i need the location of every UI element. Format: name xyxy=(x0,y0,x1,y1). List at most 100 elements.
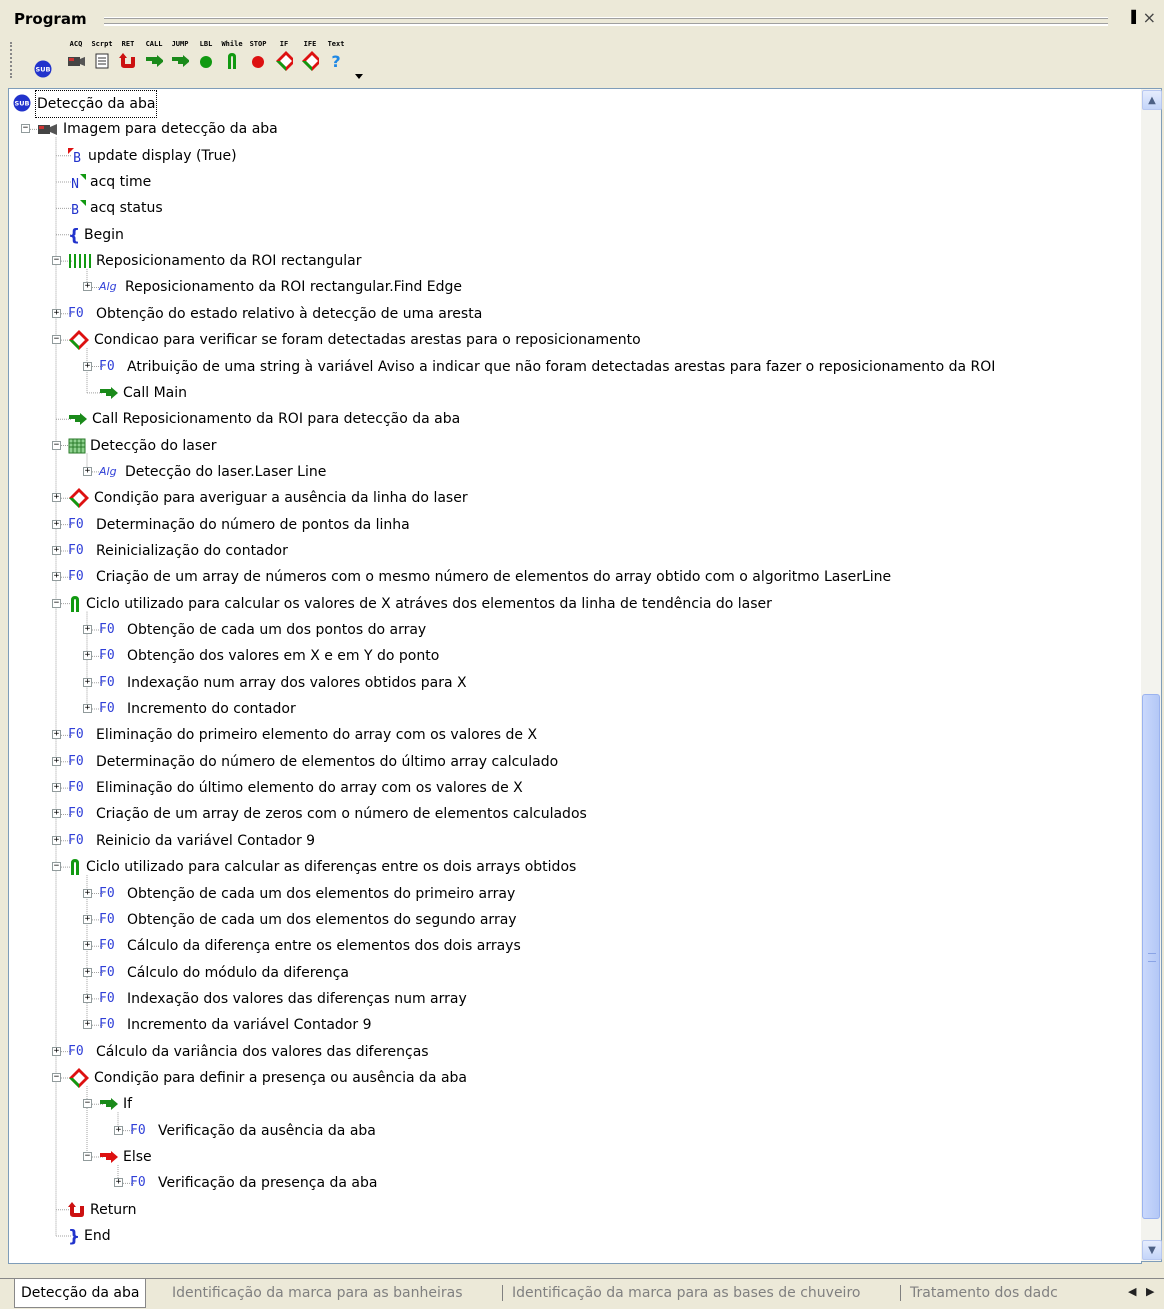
tab-scroll-left-icon[interactable]: ◀ xyxy=(1128,1285,1136,1298)
scroll-down-button[interactable]: ▼ xyxy=(1142,1240,1162,1260)
expand-icon[interactable]: + xyxy=(52,493,61,503)
toolbar-text-button[interactable]: Text? xyxy=(326,40,346,80)
tree-node[interactable]: − Reposicionamento da ROI rectangular xyxy=(9,248,1129,274)
document-tab[interactable]: Detecção da aba xyxy=(14,1279,147,1308)
document-tab[interactable]: Identificação da marca para as banheiras xyxy=(166,1279,469,1307)
expand-icon[interactable]: + xyxy=(52,809,61,819)
tree-node[interactable]: + F0 Eliminação do primeiro elemento do ar… xyxy=(9,722,1129,748)
program-tree[interactable]: SUB Detecção da aba − Imagem para detecção … xyxy=(8,88,1142,1264)
expand-icon[interactable]: + xyxy=(83,704,92,714)
expand-icon[interactable]: + xyxy=(52,783,61,793)
toolbar-acq-button[interactable]: ACQ xyxy=(66,40,86,80)
tree-node[interactable]: + F0 Cálculo do módulo da diferença xyxy=(9,960,1129,986)
collapse-icon[interactable]: − xyxy=(52,598,61,608)
expand-icon[interactable]: + xyxy=(52,519,61,529)
expand-icon[interactable]: + xyxy=(83,677,92,687)
expand-icon[interactable]: + xyxy=(52,1046,61,1056)
expand-icon[interactable]: + xyxy=(114,1125,123,1135)
collapse-icon[interactable]: − xyxy=(52,862,61,872)
toolbar-if-button[interactable]: IF xyxy=(274,40,294,80)
tree-node[interactable]: + F0 Atribuição de uma string à variável A… xyxy=(9,354,1129,380)
tree-node[interactable]: + Alg Reposicionamento da ROI rectangular.… xyxy=(9,274,1129,300)
toolbar-handle[interactable] xyxy=(10,42,16,78)
tab-scroll-right-icon[interactable]: ▶ xyxy=(1146,1285,1154,1298)
tree-node[interactable]: − Condição para definir a presença ou aus… xyxy=(9,1065,1129,1091)
tree-node[interactable]: {Begin xyxy=(9,222,1129,248)
tree-node[interactable]: − Else xyxy=(9,1144,1129,1170)
tree-node[interactable]: + F0 Cálculo da variância dos valores das … xyxy=(9,1039,1129,1065)
expand-icon[interactable]: + xyxy=(83,914,92,924)
tree-node[interactable]: Nacq time xyxy=(9,169,1129,195)
tree-node[interactable]: + F0 Reinicio da variável Contador 9 xyxy=(9,828,1129,854)
expand-icon[interactable]: + xyxy=(52,835,61,845)
expand-icon[interactable]: + xyxy=(52,730,61,740)
expand-icon[interactable]: + xyxy=(83,625,92,634)
tree-node[interactable]: − Detecção do laser xyxy=(9,433,1129,459)
document-tab[interactable]: Tratamento dos dadc xyxy=(904,1279,1064,1307)
tree-node[interactable]: + F0 Indexação num array dos valores obtid… xyxy=(9,670,1129,696)
toolbar-sub-button[interactable]: SUB xyxy=(26,40,60,80)
toolbar-ife-button[interactable]: IFE xyxy=(300,40,320,80)
collapse-icon[interactable]: − xyxy=(52,440,61,450)
close-icon[interactable]: × xyxy=(1143,8,1156,27)
tree-node[interactable]: + F0 Indexação dos valores das diferenças … xyxy=(9,986,1129,1012)
scroll-up-button[interactable]: ▲ xyxy=(1142,90,1162,110)
expand-icon[interactable]: + xyxy=(83,361,92,371)
tree-node[interactable]: + F0 Determinação do número de elementos d… xyxy=(9,749,1129,775)
expand-icon[interactable]: + xyxy=(83,1020,92,1030)
expand-icon[interactable]: + xyxy=(52,756,61,766)
toolbar-jump-button[interactable]: JUMP xyxy=(170,40,190,80)
toolbar-overflow-chevron-icon[interactable] xyxy=(352,40,366,80)
collapse-icon[interactable]: − xyxy=(52,335,61,345)
collapse-icon[interactable]: − xyxy=(52,256,61,266)
expand-icon[interactable]: + xyxy=(83,967,92,977)
titlebar-grip[interactable] xyxy=(104,17,1108,24)
tree-node[interactable]: − Condicao para verificar se foram detect… xyxy=(9,327,1129,353)
tree-node[interactable]: Return xyxy=(9,1197,1129,1223)
toolbar-stop-button[interactable]: STOP xyxy=(248,40,268,80)
toolbar-script-button[interactable]: Scrpt xyxy=(91,40,113,80)
tree-node[interactable]: Bacq status xyxy=(9,195,1129,221)
document-tab[interactable]: Identificação da marca para as bases de … xyxy=(506,1279,866,1307)
tree-node[interactable]: + F0 Eliminação do último elemento do arra… xyxy=(9,775,1129,801)
toolbar-ret-button[interactable]: RET xyxy=(118,40,138,80)
tree-node[interactable]: + F0 Verificação da presença da aba xyxy=(9,1170,1129,1196)
tree-node[interactable]: + F0 Incremento da variável Contador 9 xyxy=(9,1012,1129,1038)
tree-node[interactable]: Call Reposicionamento da ROI para detecç… xyxy=(9,406,1129,432)
expand-icon[interactable]: + xyxy=(83,941,92,951)
tree-node[interactable]: − Ciclo utilizado para calcular os valore… xyxy=(9,591,1129,617)
tree-node[interactable]: } End xyxy=(9,1223,1129,1249)
toolbar-while-button[interactable]: While xyxy=(221,40,243,80)
tree-node[interactable]: + Condição para averiguar a ausência da l… xyxy=(9,485,1129,511)
tree-node[interactable]: + F0 Reinicialização do contador xyxy=(9,538,1129,564)
tree-node[interactable]: Bupdate display (True) xyxy=(9,143,1129,169)
pin-icon[interactable]: ▐ xyxy=(1127,10,1136,24)
expand-icon[interactable]: + xyxy=(52,308,61,318)
expand-icon[interactable]: + xyxy=(83,888,92,898)
tree-node[interactable]: + F0 Verificação da ausência da aba xyxy=(9,1118,1129,1144)
tree-node[interactable]: SUB Detecção da aba xyxy=(9,90,1129,118)
tree-node[interactable]: + Alg Detecção do laser.Laser Line xyxy=(9,459,1129,485)
tree-node[interactable]: − Ciclo utilizado para calcular as difere… xyxy=(9,854,1129,880)
expand-icon[interactable]: + xyxy=(52,545,61,555)
tree-node[interactable]: − Imagem para detecção da aba xyxy=(9,116,1129,142)
tree-node[interactable]: Call Main xyxy=(9,380,1129,406)
expand-icon[interactable]: + xyxy=(83,466,92,476)
vertical-scrollbar[interactable]: ▲ ▼ xyxy=(1141,88,1162,1262)
tree-node[interactable]: + F0 Cálculo da diferença entre os element… xyxy=(9,933,1129,959)
expand-icon[interactable]: + xyxy=(83,651,92,661)
expand-icon[interactable]: + xyxy=(114,1178,123,1188)
tree-node[interactable]: + F0 Obtenção de cada um dos elementos do … xyxy=(9,907,1129,933)
tree-node[interactable]: + F0 Obtenção dos valores em X e em Y do p… xyxy=(9,643,1129,669)
collapse-icon[interactable]: − xyxy=(83,1152,92,1161)
tree-node[interactable]: + F0 Obtenção do estado relativo à detecçã… xyxy=(9,301,1129,327)
collapse-icon[interactable]: − xyxy=(21,124,30,134)
tree-node[interactable]: + F0 Obtenção de cada um dos pontos do arr… xyxy=(9,617,1129,643)
tree-node[interactable]: − If xyxy=(9,1091,1129,1117)
tree-node[interactable]: + F0 Criação de um array de números com o … xyxy=(9,564,1129,590)
tree-node[interactable]: + F0 Criação de um array de zeros com o nú… xyxy=(9,801,1129,827)
expand-icon[interactable]: + xyxy=(83,282,92,292)
toolbar-call-button[interactable]: CALL xyxy=(144,40,164,80)
collapse-icon[interactable]: − xyxy=(52,1072,61,1082)
scroll-thumb[interactable] xyxy=(1142,694,1160,1219)
